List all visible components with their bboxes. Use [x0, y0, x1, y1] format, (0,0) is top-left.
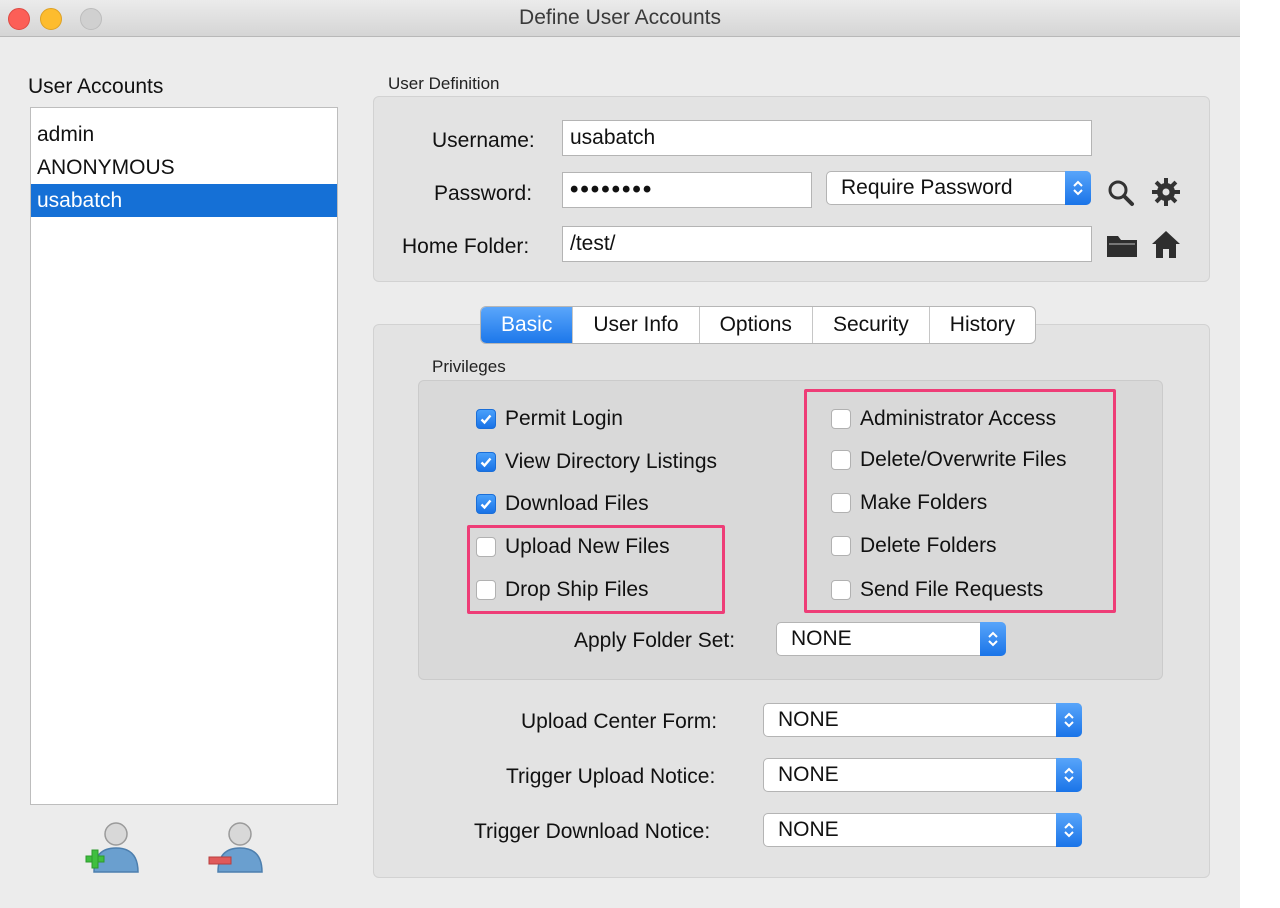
apply-folder-set-label: Apply Folder Set:: [574, 629, 736, 652]
trigger-download-notice-select[interactable]: NONE: [763, 813, 1082, 847]
tab-basic[interactable]: Basic: [481, 307, 574, 343]
upload-center-form-select[interactable]: NONE: [763, 703, 1082, 737]
home-folder-field[interactable]: /test/: [562, 226, 1092, 262]
user-definition-heading: User Definition: [388, 74, 500, 93]
username-label: Username:: [432, 129, 535, 152]
chevron-updown-icon: [1056, 703, 1082, 737]
view-directory-listings-checkbox[interactable]: [476, 452, 496, 472]
user-list-item-anonymous[interactable]: ANONYMOUS: [31, 151, 337, 184]
user-accounts-heading: User Accounts: [28, 75, 164, 98]
tab-security[interactable]: Security: [813, 307, 930, 343]
tab-history[interactable]: History: [930, 307, 1035, 343]
chevron-updown-icon: [1056, 758, 1082, 792]
tab-user-info[interactable]: User Info: [573, 307, 700, 343]
home-icon[interactable]: [1150, 228, 1182, 260]
trigger-upload-notice-value: NONE: [778, 763, 839, 786]
search-icon[interactable]: [1106, 178, 1136, 208]
permit-login-label: Permit Login: [505, 407, 623, 430]
remove-user-button[interactable]: [206, 820, 266, 876]
trigger-download-notice-value: NONE: [778, 818, 839, 841]
title-bar: Define User Accounts: [0, 0, 1240, 37]
remove-user-icon: [208, 822, 263, 873]
trigger-download-notice-label: Trigger Download Notice:: [474, 820, 711, 843]
download-files-checkbox[interactable]: [476, 494, 496, 514]
permit-login-checkbox[interactable]: [476, 409, 496, 429]
home-folder-label: Home Folder:: [402, 235, 530, 258]
upload-permissions-highlight: [467, 525, 725, 614]
define-user-accounts-window: Define User Accounts User Accounts admin…: [0, 0, 1240, 908]
apply-folder-set-select[interactable]: NONE: [776, 622, 1006, 656]
apply-folder-set-value: NONE: [791, 627, 852, 650]
add-user-icon: [85, 822, 139, 873]
admin-permissions-highlight: [804, 389, 1116, 613]
trigger-upload-notice-select[interactable]: NONE: [763, 758, 1082, 792]
password-label: Password:: [434, 182, 533, 205]
password-mode-select[interactable]: Require Password: [826, 171, 1091, 205]
user-list-item-usabatch[interactable]: usabatch: [31, 184, 337, 217]
download-files-checkbox-row[interactable]: Download Files: [476, 490, 649, 518]
gear-icon[interactable]: [1150, 176, 1182, 208]
password-field[interactable]: ••••••••: [562, 172, 812, 208]
chevron-updown-icon: [980, 622, 1006, 656]
permit-login-checkbox-row[interactable]: Permit Login: [476, 405, 623, 433]
upload-center-form-value: NONE: [778, 708, 839, 731]
user-list-item-admin[interactable]: admin: [31, 118, 337, 151]
tab-bar: Basic User Info Options Security History: [480, 306, 1037, 344]
username-field[interactable]: usabatch: [562, 120, 1092, 156]
folder-icon[interactable]: [1106, 232, 1138, 258]
view-directory-listings-checkbox-row[interactable]: View Directory Listings: [476, 448, 717, 476]
trigger-upload-notice-label: Trigger Upload Notice:: [506, 765, 716, 788]
password-mode-value: Require Password: [841, 176, 1013, 199]
upload-center-form-label: Upload Center Form:: [521, 710, 718, 733]
download-files-label: Download Files: [505, 492, 649, 515]
user-accounts-list[interactable]: admin ANONYMOUS usabatch: [30, 107, 338, 805]
privileges-heading: Privileges: [432, 357, 506, 376]
chevron-updown-icon: [1065, 171, 1091, 205]
view-directory-listings-label: View Directory Listings: [505, 450, 718, 473]
window-title: Define User Accounts: [519, 6, 721, 29]
chevron-updown-icon: [1056, 813, 1082, 847]
add-user-button[interactable]: [82, 820, 142, 876]
tab-options[interactable]: Options: [700, 307, 813, 343]
